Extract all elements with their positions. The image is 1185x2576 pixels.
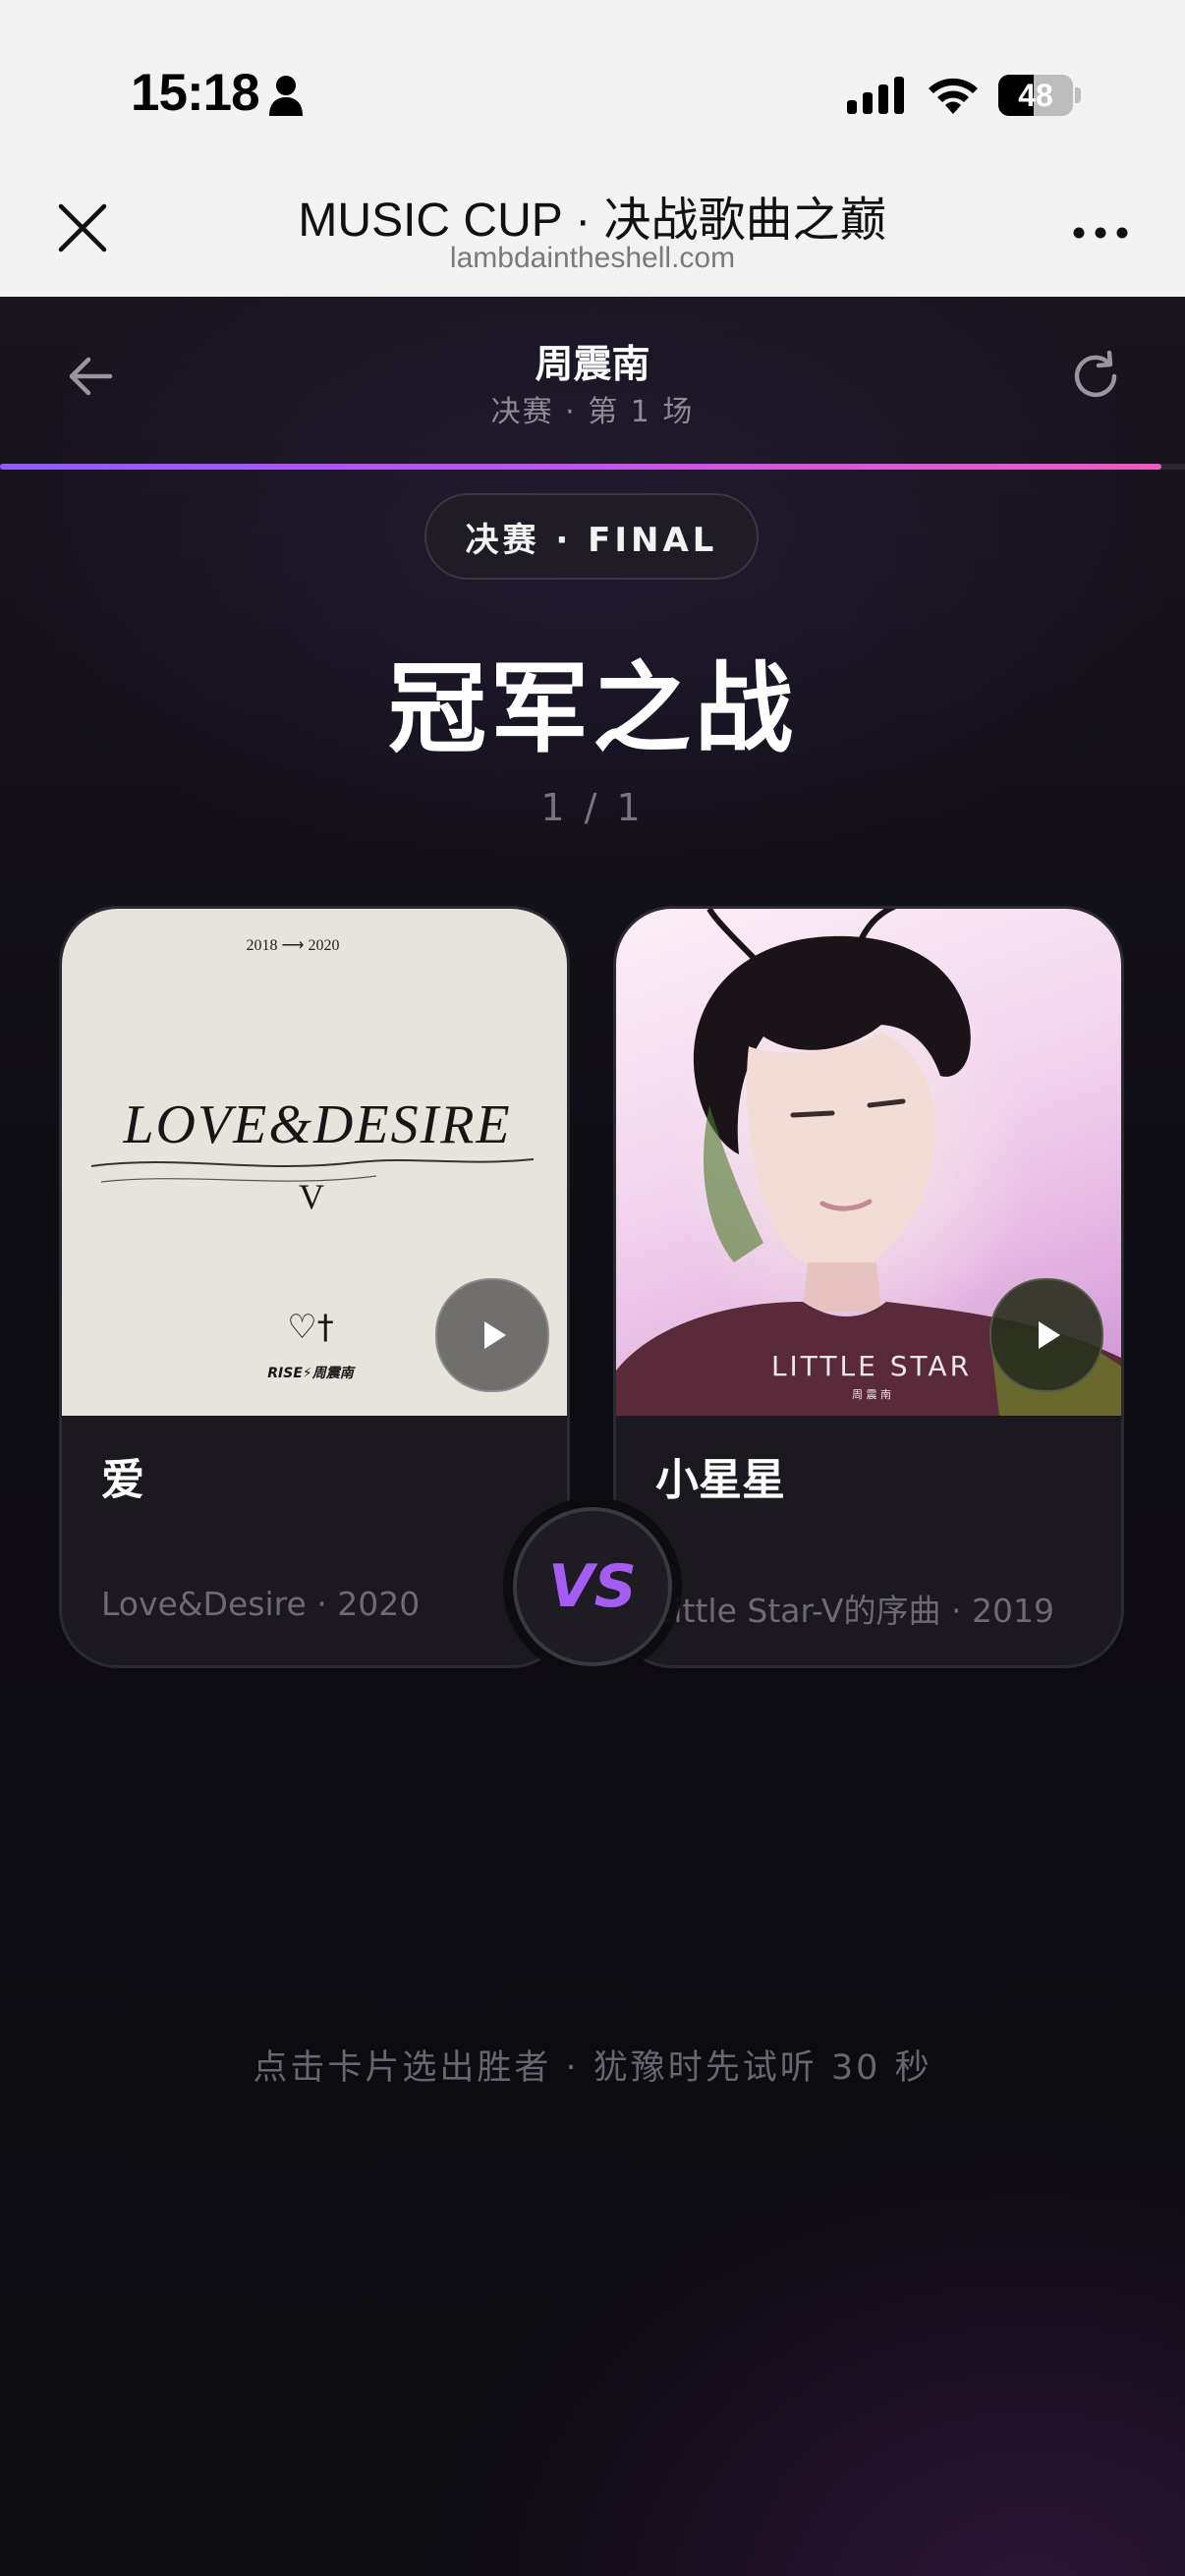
song-title-right: 小星星 <box>655 1455 785 1505</box>
browser-url: lambdaintheshell.com <box>449 242 736 274</box>
browser-header: MUSIC CUP · 决战歌曲之巅 lambdaintheshell.com <box>0 167 1185 297</box>
cover-volume: V <box>299 1177 324 1216</box>
status-bar: 15:18 48 <box>0 0 1185 167</box>
wifi-icon <box>929 78 978 114</box>
app-header: 周震南 决赛 · 第 1 场 <box>0 297 1185 462</box>
play-icon <box>484 1321 506 1349</box>
cover-symbol: ♡† <box>287 1308 333 1347</box>
artist-name: 周震南 <box>535 343 650 387</box>
person-icon <box>269 76 303 116</box>
song-meta-right: Little Star-V的序曲 · 2019 <box>655 1592 1054 1630</box>
song-card-right[interactable]: LITTLE STAR 周 震 南 小星星 Little Star-V的序曲 ·… <box>613 906 1124 1668</box>
vs-badge: VS <box>513 1507 672 1666</box>
battery-indicator: 48 <box>998 75 1073 116</box>
bracket-progress-bar <box>0 464 1185 470</box>
status-time: 15:18 <box>131 64 260 122</box>
song-card-left[interactable]: 2018 ⟶ 2020 LOVE&DESIRE V ♡† RISE⚡周震南 爱 … <box>59 906 570 1668</box>
play-preview-button-right[interactable] <box>989 1278 1103 1392</box>
battery-tip <box>1075 87 1081 103</box>
cover-artist: 周 震 南 <box>852 1388 891 1401</box>
more-options-icon[interactable] <box>1071 218 1130 248</box>
cover-album-title: LOVE&DESIRE <box>122 1094 511 1155</box>
cover-album-title: LITTLE STAR <box>771 1350 972 1382</box>
cover-label: RISE⚡周震南 <box>267 1365 356 1381</box>
play-icon <box>1039 1321 1060 1349</box>
hint-text: 点击卡片选出胜者 · 犹豫时先试听 30 秒 <box>253 2048 932 2088</box>
bracket-progress-fill <box>0 464 1161 470</box>
song-title-left: 爱 <box>101 1455 144 1505</box>
cover-years: 2018 ⟶ 2020 <box>247 937 340 954</box>
play-preview-button-left[interactable] <box>435 1278 549 1392</box>
cellular-signal-icon <box>847 77 904 114</box>
match-title: 冠军之战 <box>388 651 797 766</box>
round-info: 决赛 · 第 1 场 <box>490 395 695 429</box>
song-meta-left: Love&Desire · 2020 <box>101 1585 421 1623</box>
match-counter: 1 / 1 <box>540 786 645 829</box>
browser-page-title: MUSIC CUP · 决战歌曲之巅 <box>298 195 887 247</box>
refresh-icon[interactable] <box>1063 344 1128 409</box>
battery-percentage: 48 <box>1018 77 1053 113</box>
stage-badge: 决赛 · FINAL <box>424 493 759 580</box>
